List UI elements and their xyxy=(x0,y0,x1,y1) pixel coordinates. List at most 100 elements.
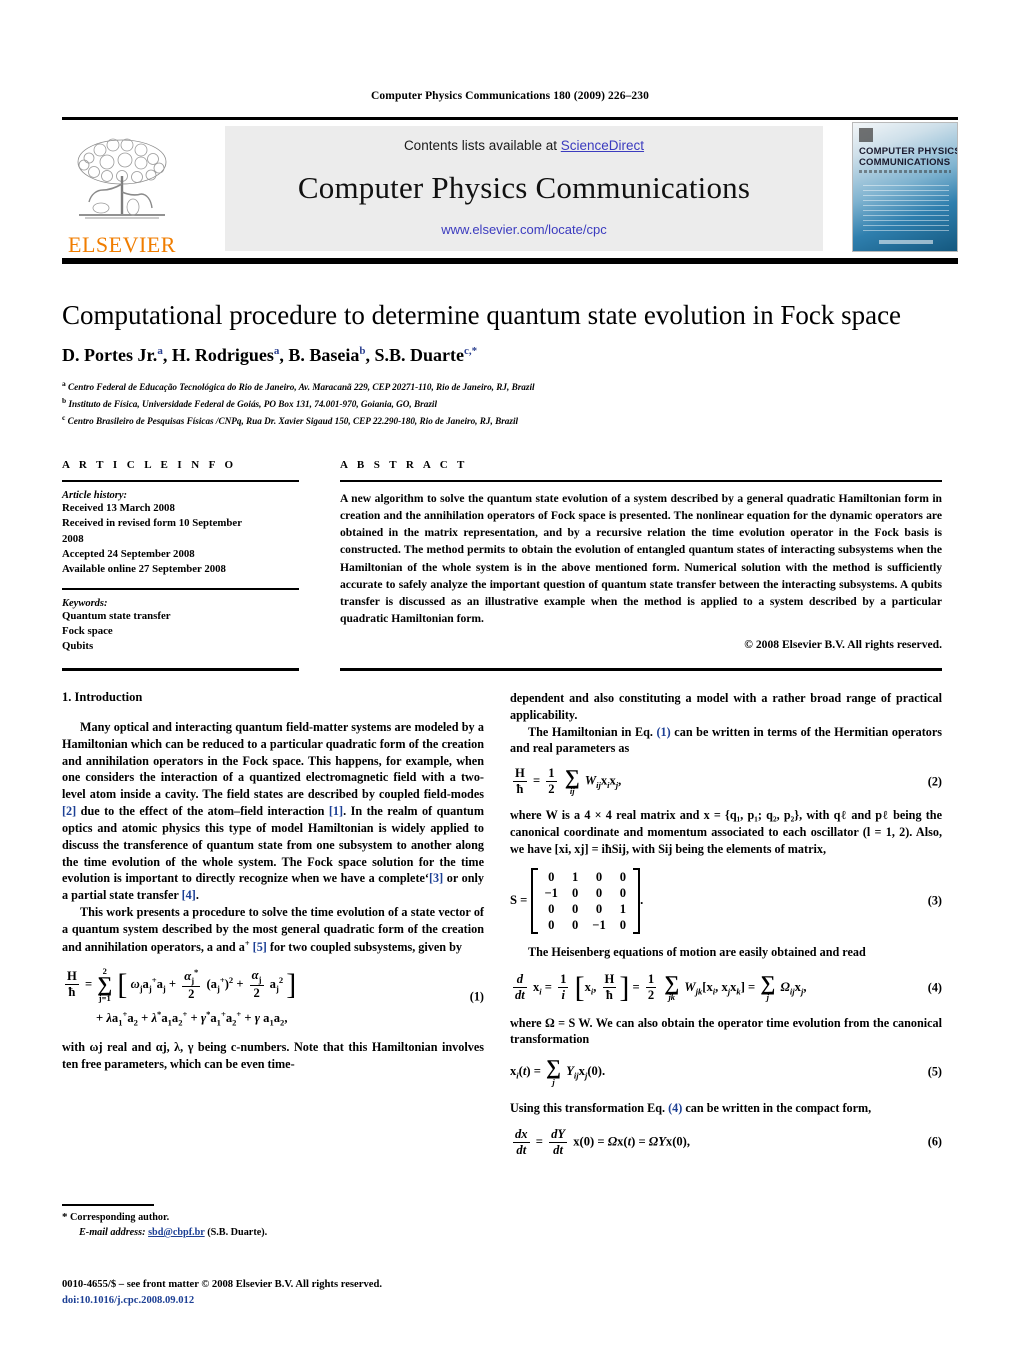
abstract-block: A B S T R A C T A new algorithm to solve… xyxy=(340,459,942,651)
matrix-cell: 0 xyxy=(595,901,603,916)
matrix-cell: 0 xyxy=(548,869,555,884)
article-history-list: Received 13 March 2008 Received in revis… xyxy=(62,501,299,578)
history-item: Accepted 24 September 2008 xyxy=(62,547,195,560)
matrix-row: 0 0 0 1 xyxy=(538,901,634,917)
article-info-block: A R T I C L E I N F O Article history: R… xyxy=(62,459,299,655)
journal-cover-thumbnail: COMPUTER PHYSICS COMMUNICATIONS xyxy=(852,122,958,252)
intro-text-e: . xyxy=(195,888,199,903)
equation-1-number: (1) xyxy=(469,989,484,1004)
section-title: Introduction xyxy=(74,690,143,704)
email-link[interactable]: sbd@cbpf.br xyxy=(148,1227,205,1238)
affiliation-text: Centro Federal de Educação Tecnológica d… xyxy=(68,382,535,393)
operator-dagger-sup: + xyxy=(244,938,250,948)
equation-4-number: (4) xyxy=(927,980,942,995)
paragraph-intro-1: Many optical and interacting quantum fie… xyxy=(62,719,484,904)
info-divider-top xyxy=(62,480,299,482)
matrix-bracket-right xyxy=(633,867,641,934)
affiliation-mark: b xyxy=(62,395,67,405)
intro-text-a: Many optical and interacting quantum fie… xyxy=(62,720,484,802)
keywords-label: Keywords: xyxy=(62,597,108,609)
paragraph-right-1: dependent and also constituting a model … xyxy=(510,691,942,722)
equation-4-body: d dt xi = 1i [xi, Hħ] = 12 ∑ jk Wjk[xi, xj… xyxy=(513,970,942,1004)
matrix-cell: 1 xyxy=(571,869,579,884)
keyword-item: Fock space xyxy=(62,624,113,637)
footnote-rule xyxy=(62,1204,154,1206)
info-divider-mid xyxy=(62,587,299,590)
paragraph-right-5: where Ω = S W. We can also obtain the op… xyxy=(510,1015,942,1047)
author-name: D. Portes Jr. xyxy=(62,345,158,365)
equation-1-body: Hħ = 2 ∑ j=1 [ ωjaj+aj + αj* 2 (aj+)2 + αj 2… xyxy=(65,965,297,1004)
matrix-cell: 0 xyxy=(595,885,603,900)
article-info-heading: A R T I C L E I N F O xyxy=(62,459,237,471)
affiliation-mark: c xyxy=(62,412,66,422)
eq-ref-4[interactable]: (4) xyxy=(668,1101,682,1115)
right6-text-b: can be written in the compact form, xyxy=(682,1101,872,1116)
citation-ref-1[interactable]: [1] xyxy=(329,804,343,818)
corresponding-author-text: Corresponding author. xyxy=(70,1212,170,1223)
author-name: B. Baseia xyxy=(288,345,360,365)
matrix-S: 0 1 0 0 −1 0 0 0 0 0 0 1 0 0 −1 0 xyxy=(538,869,634,933)
cover-subtitle-rule xyxy=(859,170,951,173)
equation-2-number: (2) xyxy=(927,774,942,789)
right6-text-a: Using this transformation Eq. xyxy=(510,1101,669,1116)
cover-title-line2: COMMUNICATIONS xyxy=(859,157,951,168)
header-rule-bottom xyxy=(62,258,958,264)
keyword-item: Qubits xyxy=(62,640,94,653)
history-item: Received 13 March 2008 xyxy=(62,502,175,514)
section-heading-introduction: 1. Introduction xyxy=(62,690,484,705)
matrix-row: −1 0 0 0 xyxy=(538,885,634,901)
sciencedirect-link[interactable]: ScienceDirect xyxy=(561,138,644,153)
paragraph-right-6: Using this transformation Eq. (4) can be… xyxy=(510,1100,942,1117)
email-owner: (S.B. Duarte). xyxy=(207,1226,268,1238)
abstract-text: A new algorithm to solve the quantum sta… xyxy=(340,492,942,626)
journal-masthead: ELSEVIER Contents lists available at Sci… xyxy=(62,122,958,256)
affiliation-text: Centro Brasileiro de Pesquisas Físicas /… xyxy=(67,416,519,426)
matrix-bracket-left xyxy=(530,867,538,934)
article-history-label: Article history: xyxy=(62,490,128,501)
history-item: Received in revised form 10 September xyxy=(62,517,243,530)
author-name: S.B. Duarte xyxy=(374,345,464,365)
author-affil-mark: a xyxy=(157,345,163,357)
matrix-cell: 0 xyxy=(548,917,555,932)
page-title: Computational procedure to determine qua… xyxy=(62,300,902,330)
equation-4: d dt xi = 1i [xi, Hħ] = 12 ∑ jk Wjk[xi, xj… xyxy=(510,971,942,1005)
abstract-copyright: © 2008 Elsevier B.V. All rights reserved… xyxy=(744,638,942,652)
paragraph-right-3: where W is a 4 × 4 real matrix and x = {… xyxy=(510,808,942,856)
journal-url-link[interactable]: www.elsevier.com/locate/cpc xyxy=(441,222,606,237)
author-name: H. Rodrigues xyxy=(171,345,274,365)
right2-text-a: The Hamiltonian in Eq. xyxy=(528,724,657,739)
affiliation-mark: a xyxy=(62,379,66,388)
keywords-list: Quantum state transfer Fock space Qubits xyxy=(62,609,299,655)
elsevier-logo: ELSEVIER xyxy=(62,122,182,256)
page-footer: 0010-4655/$ – see front matter © 2008 El… xyxy=(62,1277,522,1309)
email-label: E-mail address: xyxy=(79,1226,146,1238)
citation-ref-4[interactable]: [4] xyxy=(182,888,196,902)
running-head: Computer Physics Communications 180 (200… xyxy=(371,90,649,102)
equation-1-body-line2: + λa1+a2 + λ*a1a2+ + γ*a1+a2+ + γ a1a2, … xyxy=(96,989,484,1028)
footnote-block: * Corresponding author. E-mail address: … xyxy=(62,1210,487,1241)
doi-link[interactable]: doi:10.1016/j.cpc.2008.09.012 xyxy=(62,1293,522,1309)
paragraph-right-4: The Heisenberg equations of motion are e… xyxy=(528,944,866,959)
intro-text-b: due to the effect of the atom–field inte… xyxy=(76,804,329,819)
affiliation-text: Instituto de Física, Universidade Federa… xyxy=(68,399,438,410)
author-affil-mark: a xyxy=(273,345,280,357)
header-rule-top xyxy=(62,117,958,120)
citation-ref-5[interactable]: [5] xyxy=(253,940,267,954)
equation-1: Hħ = 2 ∑ j=1 [ ωjaj+aj + αj* 2 (aj+)2 + αj 2… xyxy=(62,967,484,1028)
history-item: Available online 27 September 2008 xyxy=(62,563,226,576)
issn-copyright-line: 0010-4655/$ – see front matter © 2008 El… xyxy=(62,1279,382,1290)
intro2-text-b: for two coupled subsystems, given by xyxy=(266,939,462,954)
equation-6-body: dx dt = dY dt x(0) = Ωx(t) = ΩYx(0), (6) xyxy=(513,1126,942,1157)
author-affil-mark: c,* xyxy=(463,345,478,357)
eq-ref-1[interactable]: (1) xyxy=(657,725,671,739)
citation-ref-3[interactable]: [3] xyxy=(429,871,443,885)
history-item: 2008 xyxy=(62,532,84,545)
matrix-cell: 0 xyxy=(619,869,627,884)
cover-text-texture xyxy=(863,185,949,233)
corresponding-author-note: * Corresponding author. xyxy=(62,1210,487,1226)
journal-banner: Contents lists available at ScienceDirec… xyxy=(225,126,823,251)
elsevier-wordmark: ELSEVIER xyxy=(68,232,176,257)
body-column-left: 1. Introduction Many optical and interac… xyxy=(62,690,484,1072)
citation-ref-2[interactable]: [2] xyxy=(62,804,76,818)
affiliation-item: a Centro Federal de Educação Tecnológica… xyxy=(62,378,942,395)
